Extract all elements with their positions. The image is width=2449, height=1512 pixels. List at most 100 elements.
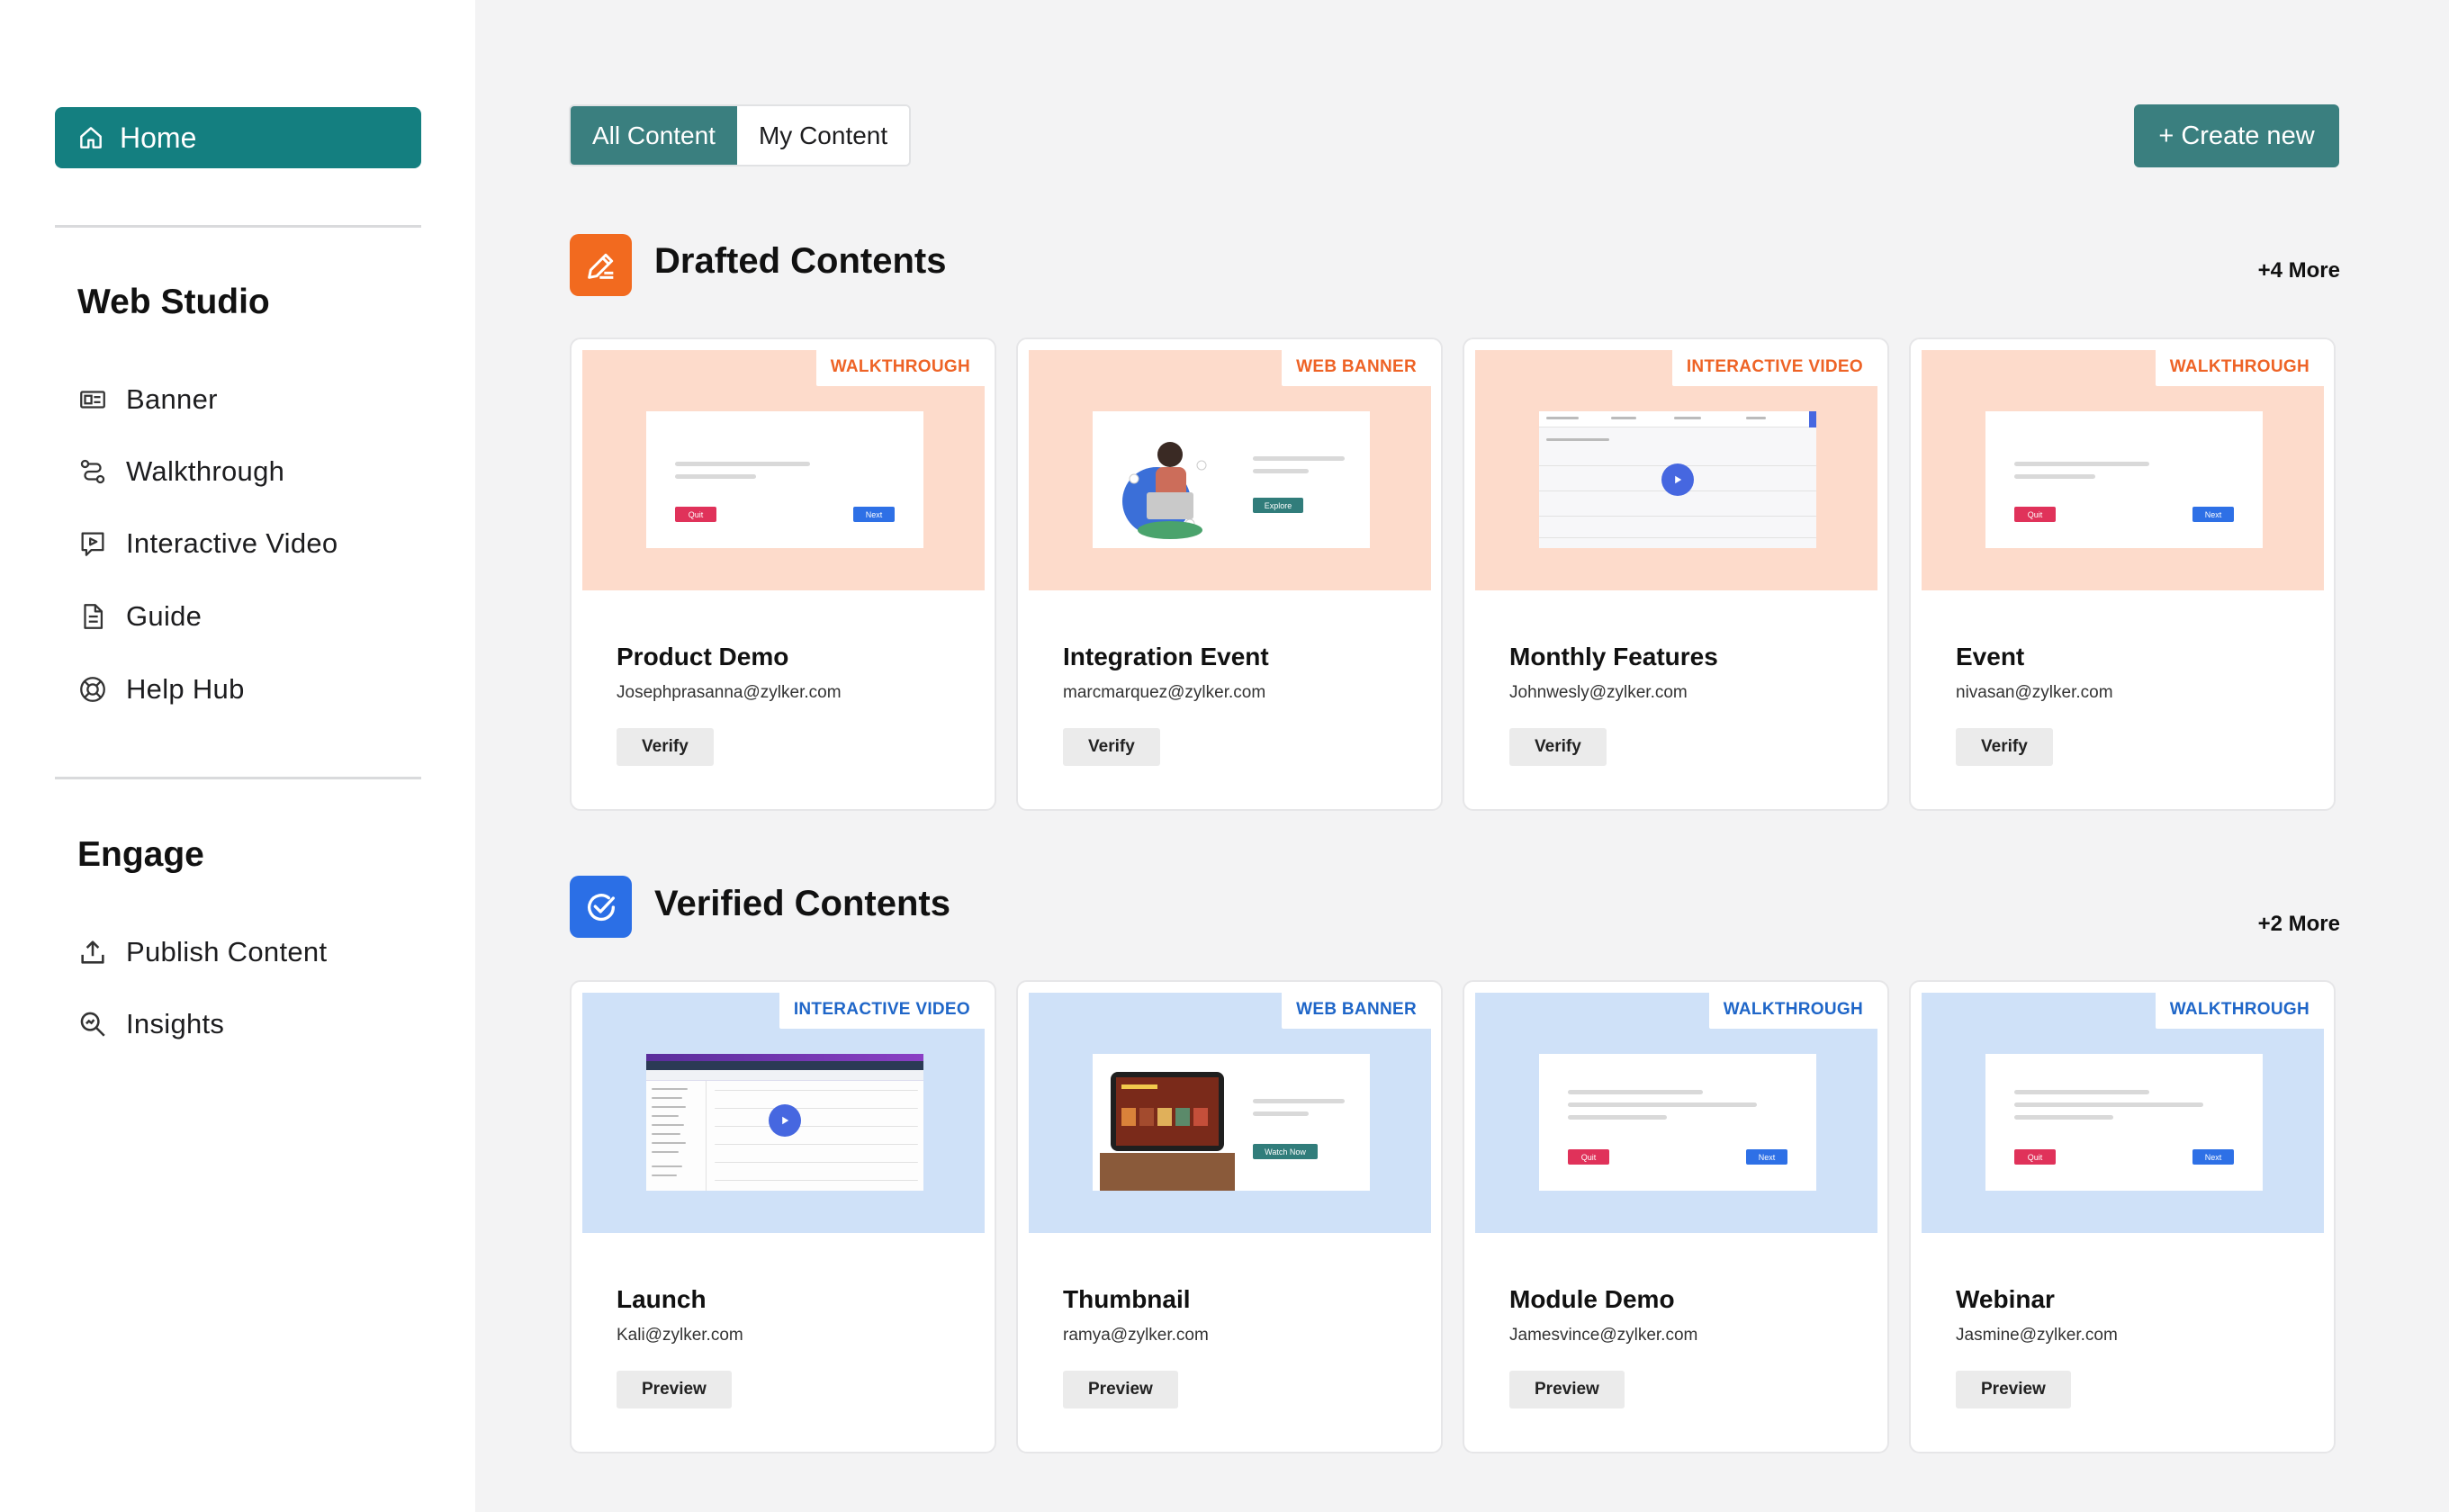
sidebar-divider [55,777,421,779]
tab-all-content[interactable]: All Content [571,106,737,165]
content-type-tag: WALKTHROUGH [1708,993,1877,1029]
card-thumbnail: Explore WEB BANNER [1029,350,1431,590]
verify-button[interactable]: Verify [1956,728,2053,766]
card-email: marcmarquez@zylker.com [1063,683,1266,702]
verify-button[interactable]: Verify [617,728,714,766]
card-title: Module Demo [1509,1285,1675,1313]
card-title: Event [1956,643,2025,670]
preview-button[interactable]: Preview [617,1371,732,1408]
card-email: Kali@zylker.com [617,1326,743,1345]
card-email: Jasmine@zylker.com [1956,1326,2118,1345]
sidebar-item-help-hub[interactable]: Help Hub [77,667,245,712]
preview-next-button: Next [2192,1149,2234,1165]
content-type-tag: WALKTHROUGH [815,350,985,386]
sidebar-item-walkthrough[interactable]: Walkthrough [77,449,284,494]
content-card[interactable]: INTERACTIVE VIDEO Monthly Features Johnw… [1463,338,1889,811]
card-title: Product Demo [617,643,789,670]
card-email: Johnwesly@zylker.com [1509,683,1688,702]
content-card[interactable]: Quit Next WALKTHROUGH Webinar Jasmine@zy… [1909,980,2336,1454]
sidebar-item-guide[interactable]: Guide [77,594,202,639]
sidebar-item-publish-content[interactable]: Publish Content [77,930,327,975]
preview-button[interactable]: Preview [1509,1371,1625,1408]
play-icon [1661,464,1694,496]
sidebar-item-insights[interactable]: Insights [77,1002,224,1047]
web-studio-heading: Web Studio [77,283,270,321]
sidebar-divider [55,225,421,228]
card-title: Launch [617,1285,707,1313]
preview-next-button: Next [853,507,895,522]
engage-heading: Engage [77,835,204,874]
help-hub-icon [80,677,105,702]
content-type-tag: WALKTHROUGH [2155,350,2324,386]
preview-next-button: Next [1746,1149,1787,1165]
preview-quit-button: Quit [2014,1149,2056,1165]
walkthrough-preview: Quit Next [1539,1054,1816,1191]
card-thumbnail: Watch Now WEB BANNER [1029,993,1431,1233]
verify-button[interactable]: Verify [1509,728,1607,766]
tab-my-content[interactable]: My Content [736,106,910,165]
upload-icon [81,940,104,964]
sidebar-item-banner[interactable]: Banner [77,377,218,422]
content-card[interactable]: Quit Next WALKTHROUGH Event nivasan@zylk… [1909,338,2336,811]
sidebar-item-label: Guide [126,600,203,632]
preview-watch-now-button: Watch Now [1253,1144,1318,1159]
video-preview [646,1054,923,1191]
preview-explore-button: Explore [1253,498,1303,513]
sidebar-item-interactive-video[interactable]: Interactive Video [77,521,338,566]
content-card[interactable]: INTERACTIVE VIDEO Launch Kali@zylker.com… [570,980,996,1454]
card-thumbnail: Quit Next WALKTHROUGH [1922,350,2324,590]
home-button[interactable]: Home [55,107,421,168]
person-laptop-illustration [1122,442,1207,539]
edit-icon [587,253,613,279]
content-type-tag: INTERACTIVE VIDEO [779,993,985,1029]
card-thumbnail: Quit Next WALKTHROUGH [582,350,985,590]
preview-quit-button: Quit [2014,507,2056,522]
insights-icon [80,1012,105,1037]
content-card[interactable]: Watch Now WEB BANNER Thumbnail ramya@zyl… [1016,980,1443,1454]
verified-section-title: Verified Contents [654,884,950,923]
content-type-tag: WALKTHROUGH [2155,993,2324,1029]
home-icon [80,127,102,148]
card-email: nivasan@zylker.com [1956,683,2113,702]
preview-button[interactable]: Preview [1063,1371,1178,1408]
drafted-more-link[interactable]: +4 More [2223,258,2340,284]
card-thumbnail: Quit Next WALKTHROUGH [1475,993,1877,1233]
create-new-button[interactable]: + Create new [2134,104,2339,167]
card-thumbnail: INTERACTIVE VIDEO [582,993,985,1233]
interactive-video-icon [81,532,104,556]
tablet-illustration [1100,1072,1235,1191]
content-card[interactable]: Explore WEB BANNER Integration Event mar… [1016,338,1443,811]
sidebar-item-label: Publish Content [126,936,328,968]
card-title: Integration Event [1063,643,1269,670]
card-thumbnail: Quit Next WALKTHROUGH [1922,993,2324,1233]
verified-section-icon [570,876,632,938]
preview-quit-button: Quit [675,507,716,522]
card-email: Jamesvince@zylker.com [1509,1326,1698,1345]
content-type-tag: WEB BANNER [1282,350,1431,386]
verify-button[interactable]: Verify [1063,728,1160,766]
content-type-tag: INTERACTIVE VIDEO [1671,350,1877,386]
verified-more-link[interactable]: +2 More [2223,912,2340,937]
banner-preview: Explore [1093,411,1370,548]
banner-preview: Watch Now [1093,1054,1370,1191]
drafted-section-title: Drafted Contents [654,241,947,281]
banner-icon [80,391,105,409]
card-title: Monthly Features [1509,643,1718,670]
content-card[interactable]: Quit Next WALKTHROUGH Module Demo Jamesv… [1463,980,1889,1454]
home-label: Home [120,121,197,154]
walkthrough-preview: Quit Next [1985,411,2263,548]
sidebar-item-label: Insights [126,1008,225,1040]
card-title: Webinar [1956,1285,2055,1313]
sidebar-item-label: Walkthrough [126,455,285,487]
walkthrough-preview: Quit Next [646,411,923,548]
check-circle-icon [587,893,615,921]
preview-button[interactable]: Preview [1956,1371,2071,1408]
video-preview [1539,411,1816,548]
guide-icon [84,604,104,629]
content-filter-tabs: All Content My Content [569,104,912,166]
content-type-tag: WEB BANNER [1282,993,1431,1029]
content-card[interactable]: Quit Next WALKTHROUGH Product Demo Josep… [570,338,996,811]
drafted-section-icon [570,234,632,296]
preview-quit-button: Quit [1568,1149,1609,1165]
sidebar: Home Web Studio Banner Walkthrough Inter… [0,0,475,1512]
